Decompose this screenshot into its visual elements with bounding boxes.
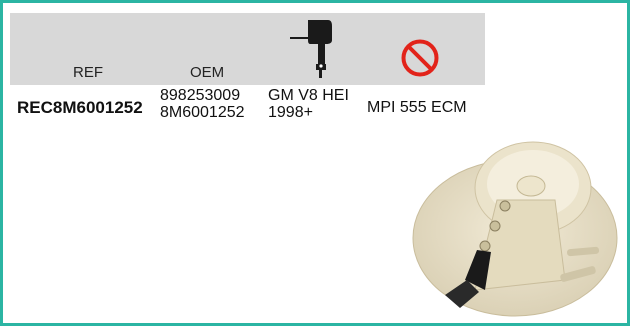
prohibited-icon xyxy=(400,38,440,78)
oem-value-2: 8M6001252 xyxy=(160,104,245,121)
distributor-rotor-photo xyxy=(405,130,620,320)
ref-column-header: REF xyxy=(73,64,103,81)
exclusion-value: MPI 555 ECM xyxy=(367,99,467,116)
oem-value-1: 898253009 xyxy=(160,87,241,104)
engine-value-2: 1998+ xyxy=(268,104,313,121)
outboard-motor-icon xyxy=(288,18,336,80)
ref-value: REC8M6001252 xyxy=(17,98,143,117)
engine-value-1: GM V8 HEI xyxy=(268,87,349,104)
oem-column-header: OEM xyxy=(190,64,225,81)
